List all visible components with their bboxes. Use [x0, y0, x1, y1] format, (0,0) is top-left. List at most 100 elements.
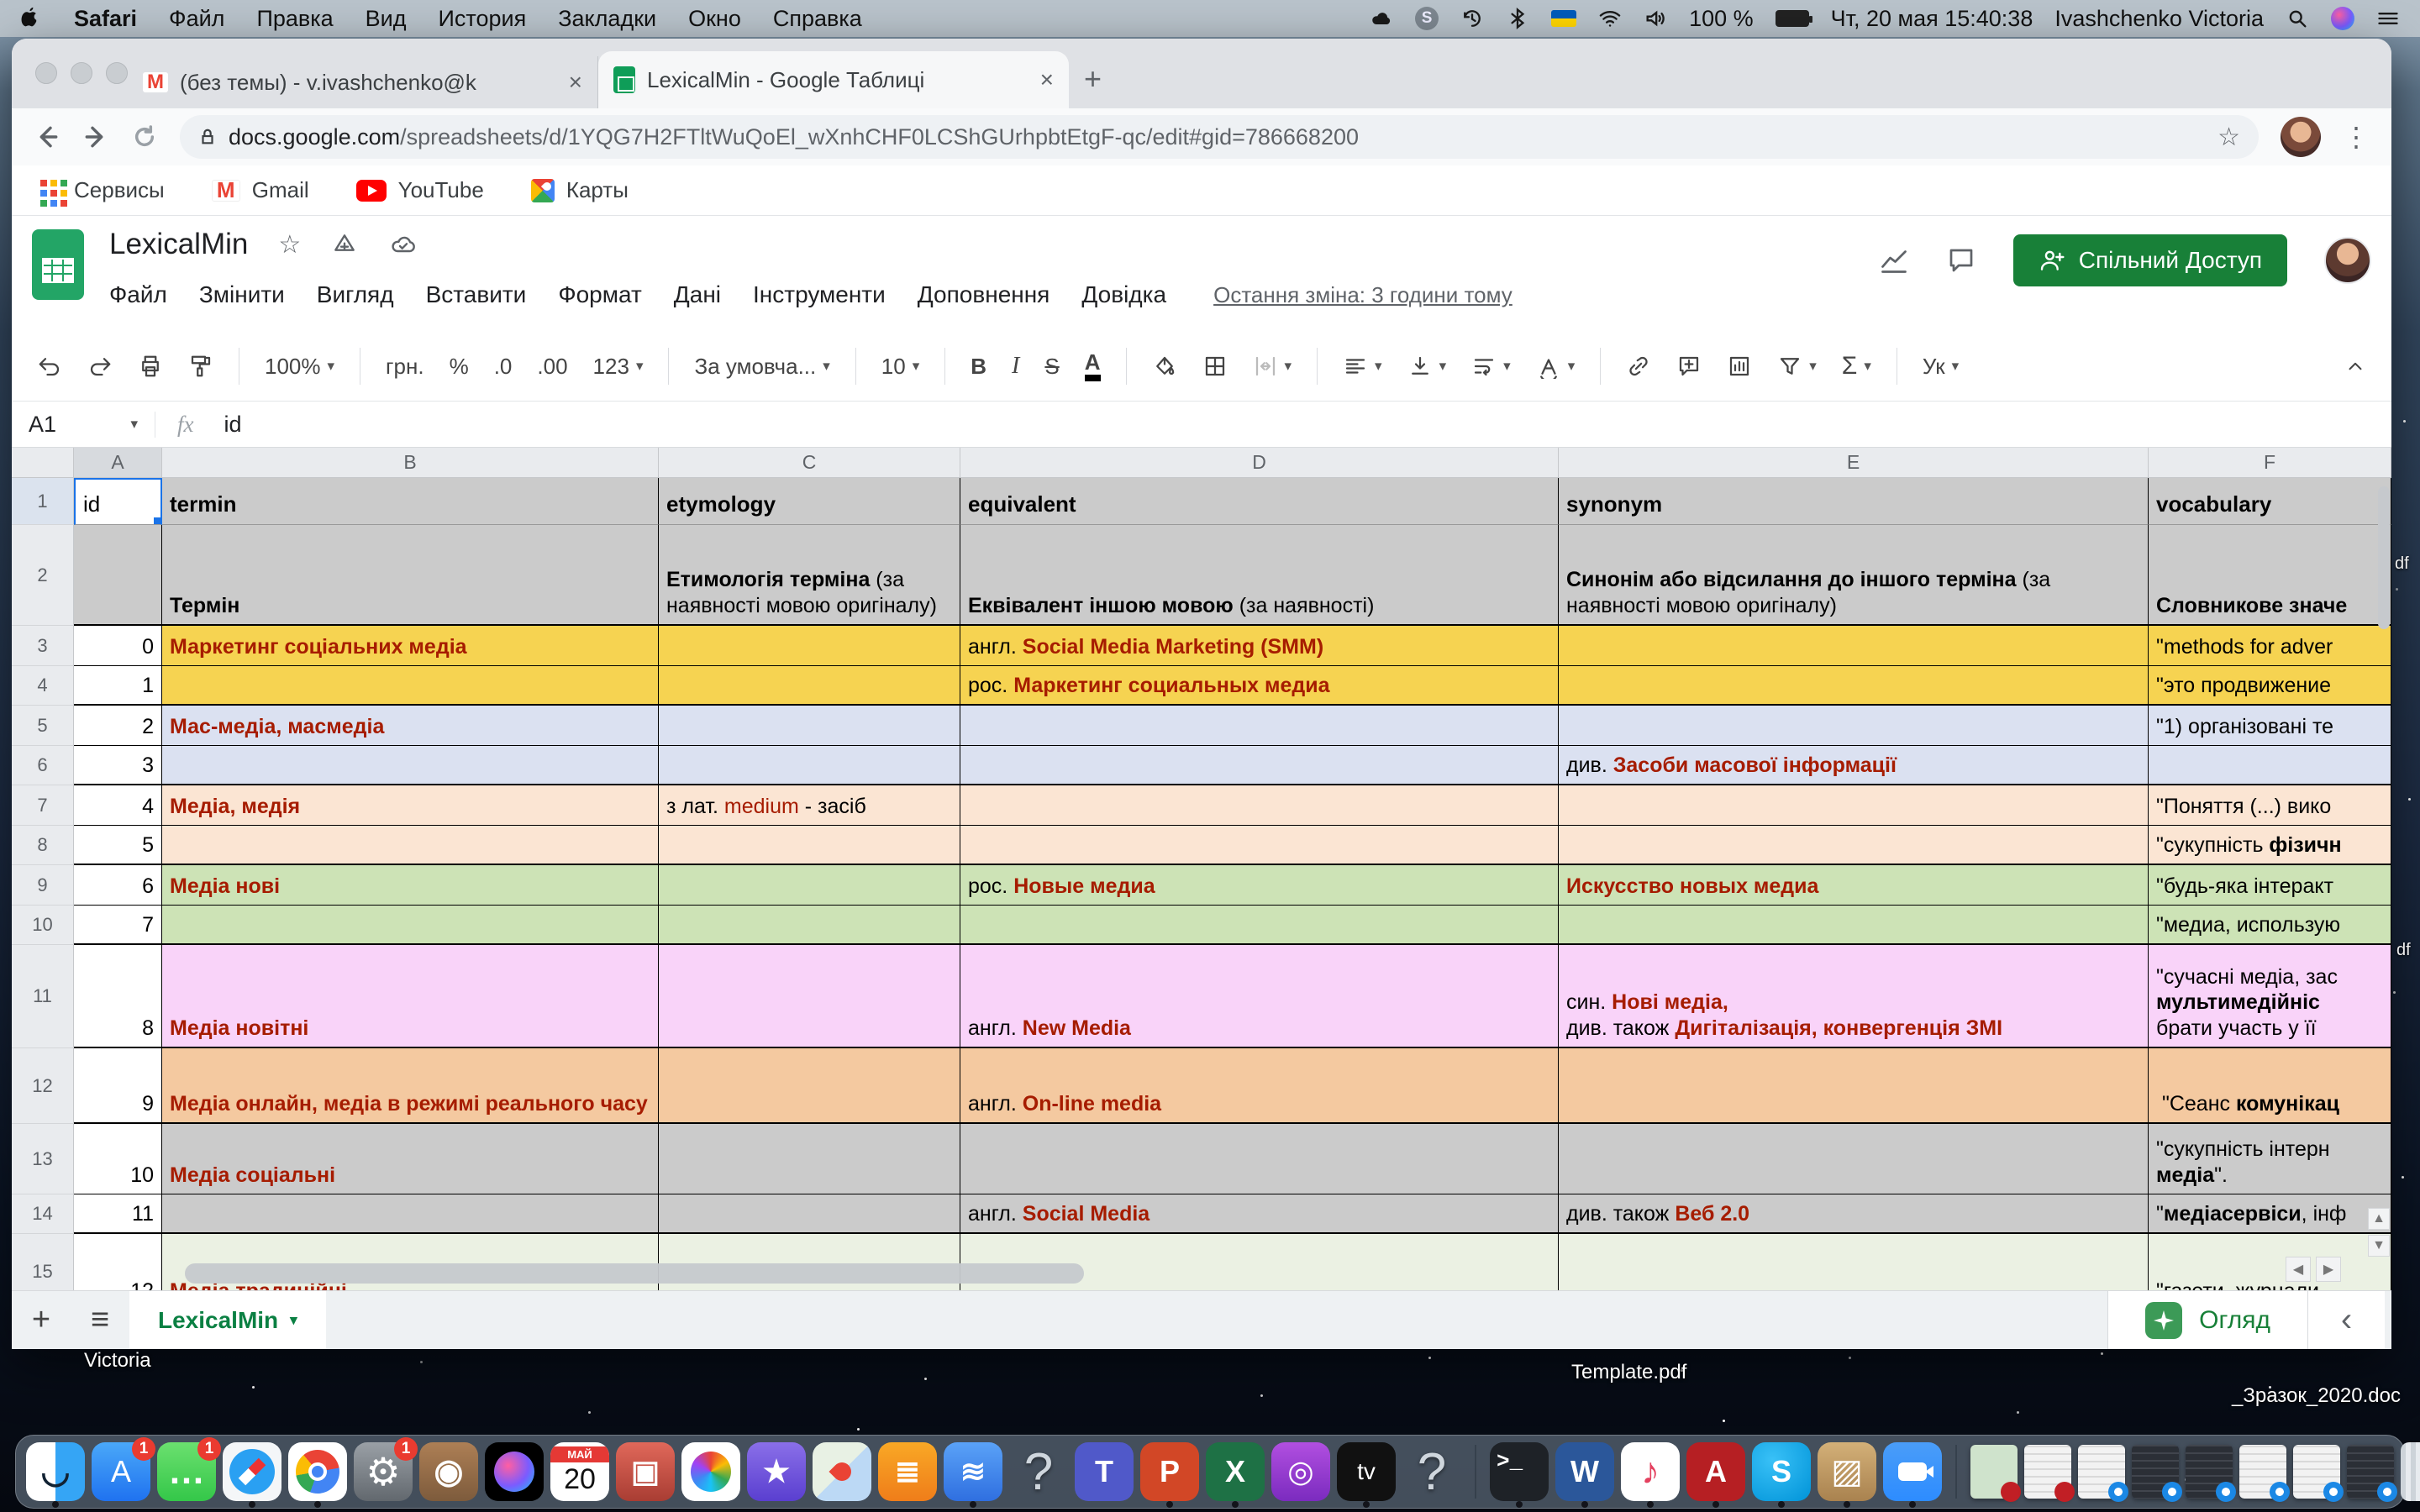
cell-E1[interactable]: synonym — [1559, 478, 2149, 525]
cell-D14[interactable]: англ. Social Media — [960, 1194, 1559, 1234]
cell-C9[interactable] — [659, 865, 960, 906]
cell-A10[interactable]: 7 — [74, 906, 162, 945]
cell-F11[interactable]: "сучасні медіа, зас мультимедійніс брати… — [2149, 945, 2391, 1048]
row-header-12[interactable]: 12 — [12, 1048, 74, 1124]
dock-item-photo-booth[interactable]: ▣ — [616, 1442, 675, 1501]
cell-D2[interactable]: Еквівалент іншою мовою (за наявності) — [960, 525, 1559, 626]
row-header-4[interactable]: 4 — [12, 666, 74, 706]
document-title[interactable]: LexicalMin — [109, 228, 248, 261]
tab-close-icon[interactable]: × — [569, 69, 582, 96]
menubar-item-файл[interactable]: Файл — [169, 6, 224, 32]
dock-item-app-store[interactable]: A1 — [92, 1442, 150, 1501]
cell-E2[interactable]: Синонім або відсилання до іншого терміна… — [1559, 525, 2149, 626]
desktop-file-label[interactable]: Template.pdf — [1571, 1361, 1686, 1384]
cell-E9[interactable]: Искусство новых медиа — [1559, 865, 2149, 906]
cell-F3[interactable]: "methods for adver — [2149, 626, 2391, 666]
browser-tab-0[interactable]: M(без темы) - v.ivashchenko@k× — [128, 56, 598, 108]
row-header-10[interactable]: 10 — [12, 906, 74, 945]
cell-D8[interactable] — [960, 826, 1559, 865]
cell-E6[interactable]: див. Засоби масової інформації — [1559, 746, 2149, 785]
comment-history-icon[interactable] — [1946, 245, 1976, 276]
cell-B8[interactable] — [162, 826, 659, 865]
functions-button[interactable]: Σ▾ — [1842, 352, 1871, 381]
cell-F15[interactable]: "газети, журнали — [2149, 1234, 2391, 1290]
italic-button[interactable]: I — [1012, 353, 1019, 380]
menu-bar-clock[interactable]: Чт, 20 мая 15:40:38 — [1831, 6, 2033, 32]
bookmark-star-icon[interactable]: ☆ — [2217, 123, 2240, 152]
cell-D4[interactable]: рос. Маркетинг социальных медиа — [960, 666, 1559, 706]
cell-E4[interactable] — [1559, 666, 2149, 706]
cell-E3[interactable] — [1559, 626, 2149, 666]
cell-B9[interactable]: Медіа нові — [162, 865, 659, 906]
horizontal-align-button[interactable]: ▾ — [1343, 354, 1382, 379]
scroll-down-button[interactable]: ▼ — [2368, 1235, 2390, 1257]
dock-item-terminal[interactable]: >_ — [1490, 1442, 1549, 1501]
chevron-down-icon[interactable]: ▾ — [1285, 358, 1292, 375]
cell-A8[interactable]: 5 — [74, 826, 162, 865]
text-wrap-button[interactable]: ▾ — [1471, 354, 1511, 379]
strikethrough-button[interactable]: S — [1044, 354, 1059, 380]
cell-A3[interactable]: 0 — [74, 626, 162, 666]
cell-C12[interactable] — [659, 1048, 960, 1124]
cell-B11[interactable]: Медіа новітні — [162, 945, 659, 1048]
cell-D10[interactable] — [960, 906, 1559, 945]
row-header-13[interactable]: 13 — [12, 1124, 74, 1194]
dock-item-contacts[interactable]: ◉ — [419, 1442, 478, 1501]
menubar-item-safari[interactable]: Safari — [74, 6, 137, 32]
row-header-15[interactable]: 15 — [12, 1234, 74, 1290]
chevron-down-icon[interactable]: ▾ — [1439, 358, 1447, 375]
cell-C11[interactable] — [659, 945, 960, 1048]
cell-A6[interactable]: 3 — [74, 746, 162, 785]
cell-A5[interactable]: 2 — [74, 706, 162, 746]
cell-D11[interactable]: англ. New Media — [960, 945, 1559, 1048]
sheet-tab-menu-caret-icon[interactable]: ▾ — [290, 1312, 297, 1329]
row-header-5[interactable]: 5 — [12, 706, 74, 746]
cell-B4[interactable] — [162, 666, 659, 706]
user-name[interactable]: Ivashchenko Victoria — [2054, 6, 2264, 32]
cell-A12[interactable]: 9 — [74, 1048, 162, 1124]
cell-A13[interactable]: 10 — [74, 1124, 162, 1194]
input-language-flag-icon[interactable] — [1551, 10, 1576, 27]
sheet-tab-lexicalmin[interactable]: LexicalMin ▾ — [129, 1291, 326, 1349]
currency-format-button[interactable]: грн. — [386, 354, 424, 380]
dock-item-teams[interactable]: T — [1075, 1442, 1134, 1501]
row-header-9[interactable]: 9 — [12, 865, 74, 906]
activity-chart-icon[interactable] — [1879, 245, 1909, 276]
cell-D1[interactable]: equivalent — [960, 478, 1559, 525]
chevron-down-icon[interactable]: ▾ — [913, 358, 920, 375]
cell-B2[interactable]: Термін — [162, 525, 659, 626]
cell-C8[interactable] — [659, 826, 960, 865]
minimized-window-thumbnail[interactable] — [2347, 1445, 2394, 1499]
apple-menu-icon[interactable] — [20, 6, 42, 31]
cell-D7[interactable] — [960, 785, 1559, 826]
chevron-down-icon[interactable]: ▾ — [1864, 358, 1871, 375]
name-box[interactable]: A1 ▾ — [12, 412, 155, 438]
borders-button[interactable] — [1202, 354, 1228, 379]
menubar-item-история[interactable]: История — [439, 6, 527, 32]
chevron-down-icon[interactable]: ▾ — [823, 358, 830, 375]
dock-item-stuffit[interactable]: ▨ — [1818, 1442, 1876, 1501]
sheets-menu-довідка[interactable]: Довідка — [1081, 281, 1166, 308]
cell-F8[interactable]: "сукупність фізичн — [2149, 826, 2391, 865]
dock-item-finder[interactable]: ◡ — [26, 1442, 85, 1501]
decrease-decimal-button[interactable]: .0 — [494, 354, 513, 380]
cell-D6[interactable] — [960, 746, 1559, 785]
sheets-menu-вигляд[interactable]: Вигляд — [317, 281, 394, 308]
cell-A11[interactable]: 8 — [74, 945, 162, 1048]
cell-F10[interactable]: "медиа, использую — [2149, 906, 2391, 945]
dock-item-imovie[interactable]: ★ — [747, 1442, 806, 1501]
siri-icon[interactable] — [2331, 7, 2354, 30]
column-header-C[interactable]: C — [659, 448, 960, 477]
formula-input[interactable]: id — [216, 412, 242, 438]
dock-item-music[interactable]: ♪ — [1621, 1442, 1680, 1501]
collapse-sidebar-button[interactable]: ‹ — [2307, 1291, 2385, 1349]
merge-cells-button[interactable]: ▾ — [1253, 354, 1292, 379]
more-formats-button[interactable]: 123▾ — [593, 354, 644, 380]
bookmark-maps[interactable]: Карты — [531, 177, 629, 203]
cell-E5[interactable] — [1559, 706, 2149, 746]
scroll-right-button[interactable]: ▶ — [2316, 1257, 2341, 1282]
dock-item-calendar[interactable]: МАЙ20 — [550, 1442, 609, 1501]
cell-E8[interactable] — [1559, 826, 2149, 865]
new-tab-button[interactable]: + — [1084, 61, 1102, 97]
dock-item-acrobat[interactable]: A — [1686, 1442, 1745, 1501]
